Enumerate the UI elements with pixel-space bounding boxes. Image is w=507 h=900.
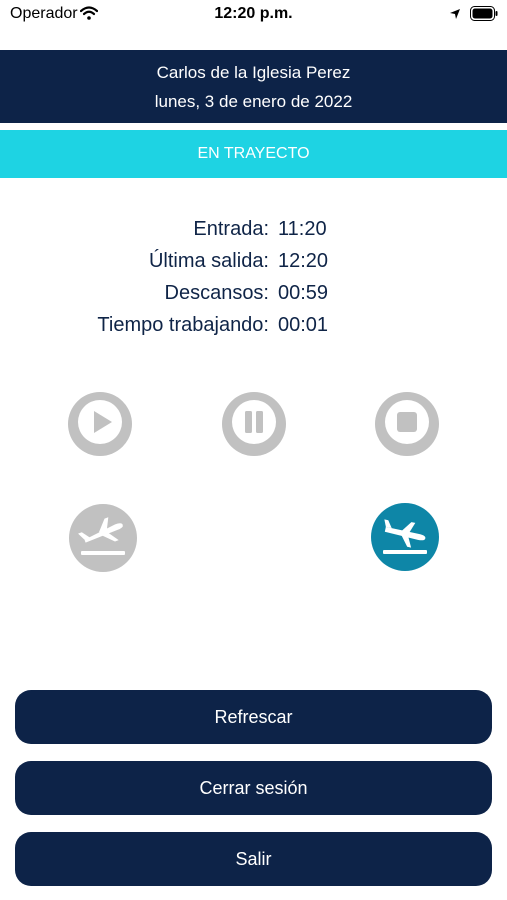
entry-label: Entrada: <box>193 218 269 240</box>
entry-row: Entrada: 11:20 <box>0 214 507 246</box>
departure-button[interactable] <box>69 504 137 572</box>
current-date: lunes, 3 de enero de 2022 <box>154 92 353 111</box>
last-exit-label: Última salida: <box>148 250 269 272</box>
play-button[interactable] <box>68 392 132 456</box>
refresh-button[interactable]: Refrescar <box>15 690 492 744</box>
user-header: Carlos de la Iglesia Perez lunes, 3 de e… <box>0 50 507 123</box>
pause-button[interactable] <box>222 392 286 456</box>
airplane-departure-icon <box>69 502 137 575</box>
worked-time-label: Tiempo trabajando: <box>97 314 269 336</box>
entry-value: 11:20 <box>278 218 327 240</box>
logout-button[interactable]: Cerrar sesión <box>15 761 492 815</box>
stop-icon <box>375 390 439 459</box>
worked-time-row: Tiempo trabajando: 00:01 <box>0 310 507 342</box>
arrival-button[interactable] <box>371 503 439 571</box>
employee-name: Carlos de la Iglesia Perez <box>156 63 351 82</box>
location-arrow-icon <box>449 7 461 25</box>
breaks-value: 00:59 <box>278 282 329 304</box>
pause-icon <box>222 390 286 459</box>
last-exit-row: Última salida: 12:20 <box>0 246 507 278</box>
last-exit-value: 12:20 <box>278 250 329 272</box>
breaks-label: Descansos: <box>164 282 270 304</box>
stop-button[interactable] <box>375 392 439 456</box>
battery-icon <box>470 6 498 26</box>
breaks-row: Descansos: 00:59 <box>0 278 507 310</box>
status-banner: EN TRAYECTO <box>0 130 507 178</box>
airplane-arrival-icon <box>371 501 439 574</box>
time-summary: Entrada: 11:20 Última salida: 12:20 Desc… <box>0 214 507 342</box>
play-icon <box>68 390 132 459</box>
status-bar: Operador 12:20 p.m. <box>0 0 507 30</box>
worked-time-value: 00:01 <box>278 314 329 336</box>
clock-time: 12:20 p.m. <box>214 5 293 22</box>
exit-button[interactable]: Salir <box>15 832 492 886</box>
